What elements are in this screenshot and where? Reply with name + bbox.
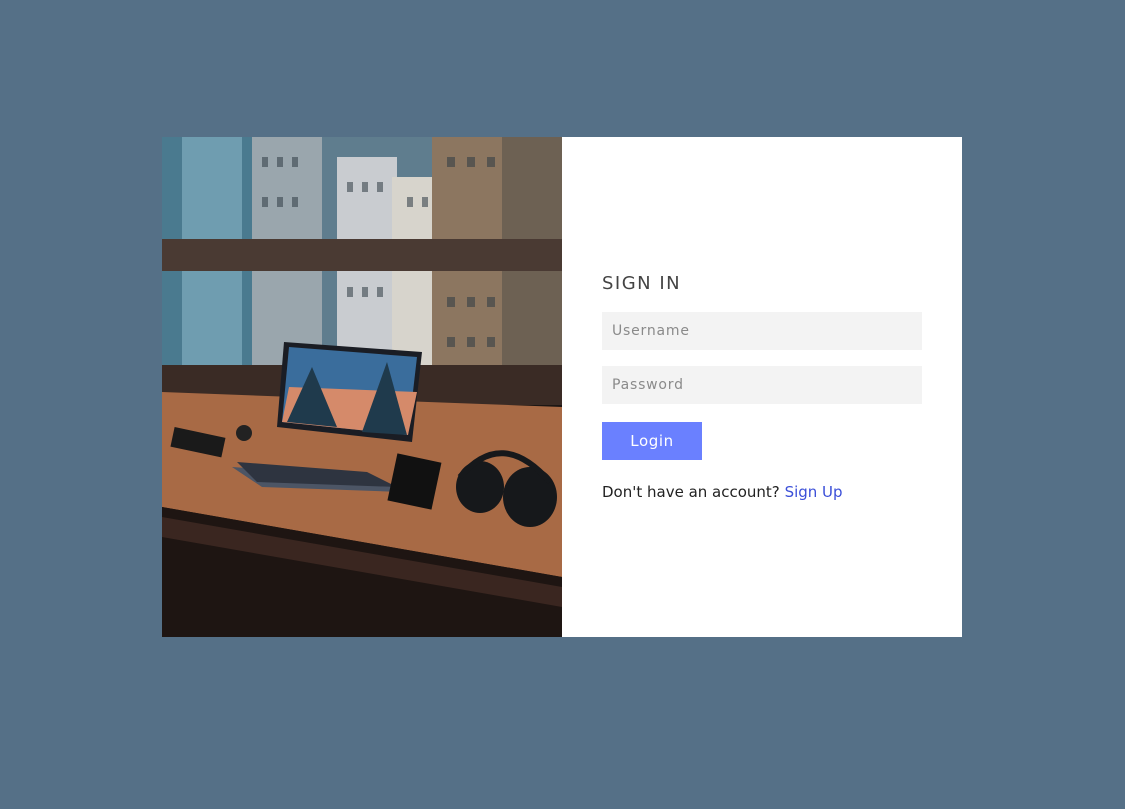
page-title: SIGN IN [602,273,682,294]
password-input[interactable] [602,366,922,404]
hero-image [162,137,562,637]
laptop-desk-photo [162,137,562,637]
sign-in-form: SIGN IN Login Don't have an account? Sig… [562,137,962,637]
signup-prompt-text: Don't have an account? [602,483,780,501]
sign-up-link[interactable]: Sign Up [785,483,843,501]
username-input[interactable] [602,312,922,350]
login-button[interactable]: Login [602,422,702,460]
login-card: SIGN IN Login Don't have an account? Sig… [162,137,962,637]
signup-prompt-line: Don't have an account? Sign Up [602,483,843,501]
